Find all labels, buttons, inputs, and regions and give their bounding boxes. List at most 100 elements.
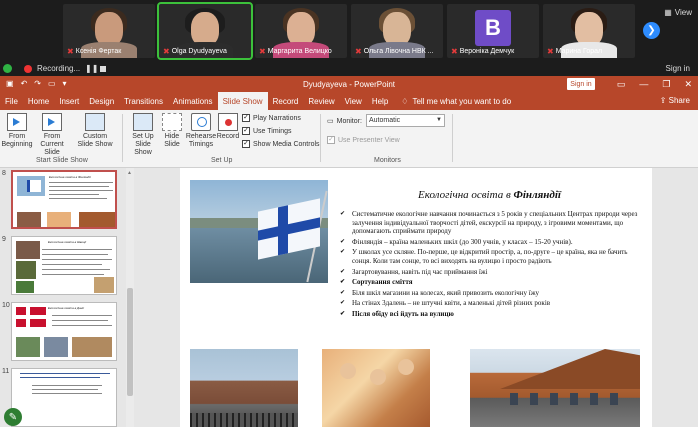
tab-view[interactable]: View [340, 92, 367, 110]
tab-file[interactable]: File [0, 92, 23, 110]
participant-name: Olga Dyudyayeva [171, 48, 227, 55]
finland-flag-photo [190, 180, 328, 283]
next-page-arrow-icon[interactable]: ❯ [643, 22, 660, 39]
bullet-item: Біля шкіл магазини на колесах, який прив… [340, 289, 640, 298]
record-button[interactable]: Record [216, 113, 240, 141]
recording-bar: Recording... ❚❚ Sign in [0, 62, 698, 76]
finland-flag-icon [258, 198, 320, 260]
slide-number: 10 [2, 302, 10, 309]
bullet-item: У школах усе скляне. По-перше, це відкри… [340, 248, 640, 265]
tell-me-search[interactable]: ♢ Tell me what you want to do [401, 92, 511, 110]
children-classroom-photo [322, 349, 430, 427]
sign-in-button[interactable]: Sign in [567, 78, 595, 90]
mic-muted-icon: ✖ [67, 47, 74, 56]
slide-thumbnail-pane: 8 Екологічна освіта в Фінляндії 9 Еколог… [0, 168, 128, 427]
play-narrations-checkbox[interactable]: ✓ Play Narrations [242, 114, 301, 122]
slide-number: 11 [2, 368, 10, 375]
use-timings-checkbox[interactable]: ✓ Use Timings [242, 127, 292, 135]
mic-muted-icon: ✖ [547, 47, 554, 56]
scrollbar-thumb[interactable] [127, 288, 133, 396]
monitors-group-label: Monitors [374, 157, 401, 164]
checkmark-icon: ✓ [242, 140, 250, 148]
bullet-item: Систематичне екологічне навчання починає… [340, 210, 640, 236]
tab-record[interactable]: Record [268, 92, 304, 110]
thumbnail-scrollbar[interactable]: ▲ [126, 168, 134, 427]
modern-school-photo [470, 349, 640, 427]
slide-thumbnail[interactable]: Екологічна освіта в Фінляндії [11, 170, 117, 229]
bullet-item: Після обіду всі йдуть на вулицю [340, 310, 640, 319]
view-button[interactable]: ▦ View [664, 8, 692, 17]
use-presenter-view-checkbox[interactable]: ✓ Use Presenter View [327, 136, 400, 144]
checkmark-icon: ✓ [242, 114, 250, 122]
slide-thumbnail[interactable]: Екологічна освіта в Данії [11, 302, 117, 361]
custom-show-icon [85, 113, 105, 131]
participant-avatar: B [475, 10, 511, 46]
chevron-down-icon: ▼ [436, 117, 442, 123]
recording-dot-icon [24, 65, 32, 73]
pause-recording-icon[interactable]: ❚❚ [85, 64, 98, 73]
participant-tile[interactable]: ✖ Ксенія Фертак [63, 4, 155, 58]
recording-label: Recording... [37, 64, 81, 73]
participant-name: Вероніка Демчук [459, 48, 515, 55]
slide-thumbnail[interactable] [11, 368, 117, 427]
mic-muted-icon: ✖ [163, 47, 170, 56]
tab-home[interactable]: Home [23, 92, 54, 110]
slide-number: 8 [2, 170, 6, 177]
participant-name: Маргарита Велицко [267, 48, 332, 55]
tab-review[interactable]: Review [303, 92, 339, 110]
rehearse-timer-icon [191, 113, 211, 131]
monitor-select[interactable]: Automatic ▼ [366, 114, 445, 127]
participant-tile-active-speaker[interactable]: ✖ Olga Dyudyayeva [157, 2, 253, 60]
close-icon[interactable]: ✕ [684, 79, 692, 90]
tab-design[interactable]: Design [84, 92, 119, 110]
mic-muted-icon: ✖ [451, 47, 458, 56]
grid-icon: ▦ [664, 8, 672, 17]
from-current-slide-button[interactable]: From Current Slide [34, 113, 70, 157]
participant-tile[interactable]: ✖ Марина Горал [543, 4, 635, 58]
participant-tile[interactable]: ✖ Ольга Лівочна НВК ... [351, 4, 443, 58]
annotate-pen-icon[interactable]: ✎ [4, 408, 22, 426]
scroll-up-icon[interactable]: ▲ [127, 170, 132, 176]
stop-recording-icon[interactable] [100, 66, 106, 72]
share-button[interactable]: ⇪ Share [660, 96, 690, 105]
hide-slide-icon [162, 113, 182, 131]
school-building-photo [190, 349, 298, 427]
tab-help[interactable]: Help [367, 92, 393, 110]
bullet-item: Сортування сміття [340, 278, 640, 287]
ribbon-display-icon[interactable]: ▭ [617, 79, 626, 90]
security-shield-icon [3, 64, 12, 73]
minimize-icon[interactable]: — [639, 79, 648, 90]
tab-transitions[interactable]: Transitions [119, 92, 168, 110]
monitor-icon: ▭ [327, 118, 334, 125]
participant-name: Ольга Лівочна НВК ... [363, 48, 434, 55]
mic-muted-icon: ✖ [355, 47, 362, 56]
tab-animations[interactable]: Animations [168, 92, 218, 110]
slide-bullet-list: Систематичне екологічне навчання починає… [340, 210, 640, 321]
tab-insert[interactable]: Insert [54, 92, 84, 110]
restore-icon[interactable]: ❐ [662, 79, 670, 90]
zoom-window: ✖ Ксенія Фертак ✖ Olga Dyudyayeva ✖ Маргари… [0, 0, 698, 427]
slideshow-start-icon [7, 113, 27, 131]
slide-canvas[interactable]: Екологічна освіта в Фінляндії Систематич… [180, 168, 652, 427]
share-icon: ⇪ [659, 96, 667, 105]
mic-muted-icon: ✖ [259, 47, 266, 56]
from-beginning-button[interactable]: From Beginning [1, 113, 33, 149]
participant-tile[interactable]: B ✖ Вероніка Демчук [447, 4, 539, 58]
participant-tile[interactable]: ✖ Маргарита Велицко [255, 4, 347, 58]
bullet-item: Фінляндія – країна маленьких шкіл (до 30… [340, 238, 640, 247]
show-media-controls-checkbox[interactable]: ✓ Show Media Controls [242, 140, 320, 148]
powerpoint-window: ▣ ↶ ↷ ▭ ▾ Dyudyayeva - PowerPoint Sign i… [0, 76, 698, 427]
rehearse-timings-button[interactable]: Rehearse Timings [186, 113, 216, 149]
record-icon [218, 113, 238, 131]
custom-slide-show-button[interactable]: Custom Slide Show [76, 113, 114, 149]
editor-area: 8 Екологічна освіта в Фінляндії 9 Еколог… [0, 168, 698, 427]
set-up-group-label: Set Up [211, 157, 233, 164]
zoom-sign-in[interactable]: Sign in [666, 64, 690, 73]
hide-slide-button[interactable]: Hide Slide [162, 113, 182, 149]
participant-name: Марина Горал [555, 48, 603, 55]
slide-thumbnail[interactable]: Екологічна освіта в Швеції [11, 236, 117, 295]
set-up-slide-show-button[interactable]: Set Up Slide Show [126, 113, 160, 157]
tab-slide-show[interactable]: Slide Show [217, 92, 268, 110]
setup-show-icon [133, 113, 153, 131]
checkmark-icon: ✓ [242, 127, 250, 135]
